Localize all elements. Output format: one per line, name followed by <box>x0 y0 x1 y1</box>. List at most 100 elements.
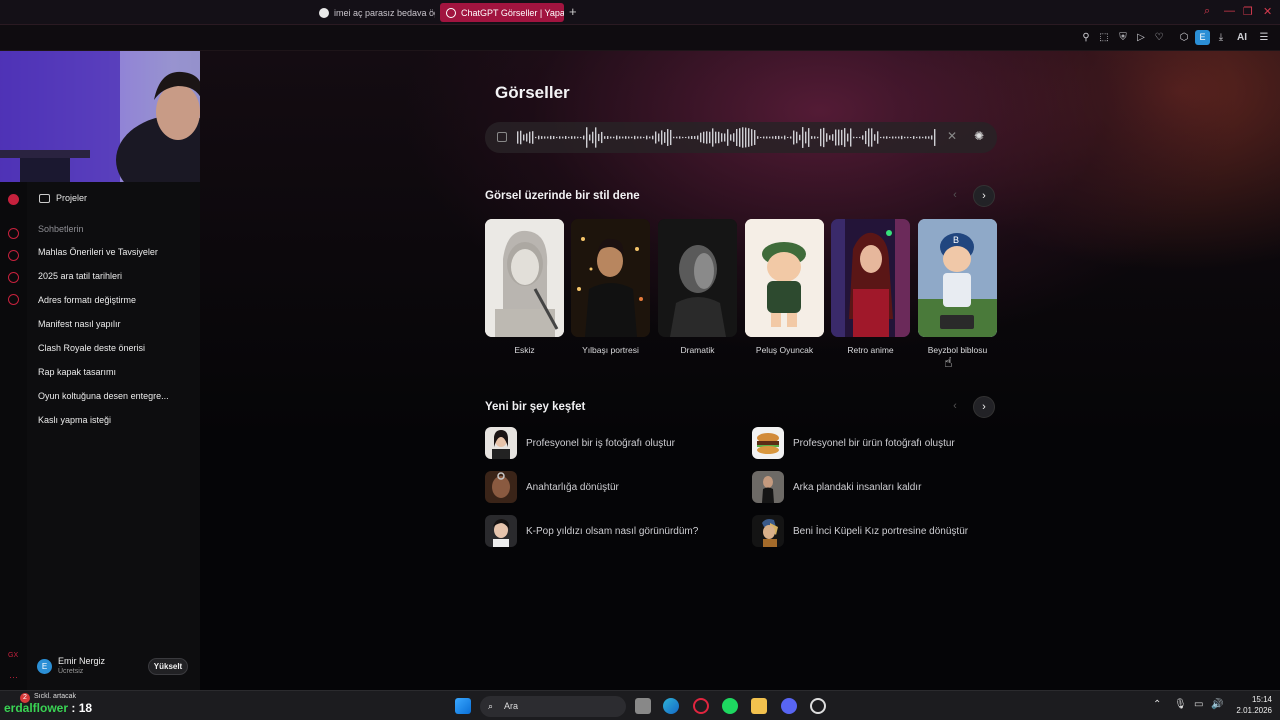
style-card-plush[interactable] <box>745 219 824 337</box>
waveform-bar <box>583 135 585 140</box>
upgrade-button[interactable]: Yükselt <box>148 658 188 675</box>
settings-icon[interactable] <box>8 294 19 305</box>
waveform-bar <box>628 136 630 139</box>
task-view-icon[interactable] <box>635 698 651 714</box>
user-profile[interactable]: E Emir Nergiz Ücretsiz <box>37 656 105 677</box>
chat-item[interactable]: Manifest nasıl yapılır <box>38 319 121 329</box>
waveform-bar <box>556 136 558 139</box>
steam-icon[interactable] <box>810 698 826 714</box>
waveform-bar <box>667 129 669 146</box>
taskbar-search[interactable]: ⌕ Ara <box>480 696 626 717</box>
tray-chevron-icon[interactable]: ⌃ <box>1153 699 1161 710</box>
tab-imei[interactable]: imei aç parasız bedava öğ <box>313 3 435 22</box>
google-icon <box>319 7 329 18</box>
history-icon[interactable] <box>8 250 19 261</box>
waveform-bar <box>892 136 894 139</box>
messenger-icon[interactable] <box>8 272 19 283</box>
cancel-voice-icon[interactable]: ✕ <box>947 129 957 143</box>
close-window-icon[interactable]: ✕ <box>1263 5 1272 18</box>
explore-item[interactable]: K-Pop yıldızı olsam nasıl görünürdüm? <box>485 515 698 547</box>
heart-icon[interactable]: ♡ <box>1153 32 1165 44</box>
waveform-bar <box>637 136 639 139</box>
discord-icon[interactable] <box>781 698 797 714</box>
file-explorer-icon[interactable] <box>751 698 767 714</box>
waveform-bar <box>742 127 744 148</box>
chat-item[interactable]: Kaslı yapma isteği <box>38 415 111 425</box>
image-upload-icon[interactable] <box>497 132 507 142</box>
aria-icon[interactable] <box>8 228 19 239</box>
more-icon[interactable]: ··· <box>9 672 18 682</box>
style-label: Retro anime <box>847 345 894 355</box>
style-label: Beyzbol biblosu <box>927 345 988 355</box>
tab-chatgpt[interactable]: ChatGPT Görseller | Yapay <box>440 3 564 22</box>
waveform-bar <box>658 133 660 142</box>
shield-icon[interactable]: ⛨ <box>1117 32 1129 44</box>
styles-prev-button[interactable]: ‹ <box>944 185 966 207</box>
snapshot-icon[interactable]: ⬚ <box>1098 32 1110 44</box>
play-icon[interactable]: ▷ <box>1135 32 1147 44</box>
waveform-bar <box>898 136 900 139</box>
svg-text:B: B <box>953 235 959 245</box>
extensions-icon[interactable]: ⬡ <box>1178 32 1190 44</box>
opera-logo-icon[interactable] <box>8 194 19 205</box>
waveform-bar <box>853 136 855 139</box>
edge-icon[interactable] <box>663 698 679 714</box>
style-card-baseball[interactable]: B <box>918 219 997 337</box>
search-tabs-icon[interactable]: ⌕ <box>1204 5 1210 18</box>
waveform-bar <box>841 129 843 146</box>
new-tab-button[interactable]: + <box>569 4 577 19</box>
styles-next-button[interactable]: › <box>973 185 995 207</box>
chat-item[interactable]: Rap kapak tasarımı <box>38 367 116 377</box>
explore-next-button[interactable]: › <box>973 396 995 418</box>
user-name: Emir Nergiz <box>58 656 106 666</box>
download-icon[interactable]: ⤓ <box>1215 32 1227 44</box>
notification-text: Sıckl. artacak <box>34 693 77 700</box>
maximize-icon[interactable]: ❐ <box>1243 5 1253 18</box>
style-card-dramatic[interactable] <box>658 219 737 337</box>
waveform-bar <box>805 131 807 144</box>
style-card-christmas[interactable] <box>571 219 650 337</box>
waveform-bar <box>544 136 546 139</box>
waveform-bar <box>895 136 897 139</box>
chat-item[interactable]: Adres formatı değiştirme <box>38 295 136 305</box>
explore-item[interactable]: Beni İnci Küpeli Kız portresine dönüştür <box>752 515 968 547</box>
explore-item[interactable]: Profesyonel bir iş fotoğrafı oluştur <box>485 427 675 459</box>
waveform-bar <box>781 136 783 139</box>
prompt-input[interactable]: ✕ ✺ <box>485 122 997 153</box>
chat-item[interactable]: 2025 ara tatil tarihleri <box>38 271 122 281</box>
opera-gx-taskbar-icon[interactable] <box>693 698 709 714</box>
minimize-icon[interactable]: — <box>1224 5 1235 17</box>
aria-ai-button[interactable]: AI <box>1232 32 1252 44</box>
waveform-bar <box>913 136 915 139</box>
chat-item[interactable]: Mahlas Önerileri ve Tavsiyeler <box>38 247 158 257</box>
system-clock[interactable]: 15:14 2.01.2026 <box>1232 694 1272 716</box>
chat-item[interactable]: Oyun koltuğuna desen entegre... <box>38 391 169 401</box>
style-card-retro-anime[interactable] <box>831 219 910 337</box>
microphone-icon[interactable]: 🎙 <box>1174 699 1187 710</box>
waveform-bar <box>730 134 732 141</box>
waveform-bar <box>607 135 609 140</box>
waveform-bar <box>676 136 678 139</box>
waveform-bar <box>712 128 714 147</box>
explore-prev-button[interactable]: ‹ <box>944 396 966 418</box>
projects-link[interactable]: Projeler <box>39 193 87 203</box>
pin-icon[interactable]: ⚲ <box>1080 32 1092 44</box>
spotify-icon[interactable] <box>722 698 738 714</box>
chat-item[interactable]: Clash Royale deste önerisi <box>38 343 145 353</box>
waveform-bar <box>679 136 681 139</box>
waveform-bar <box>574 136 576 139</box>
style-card-sketch[interactable] <box>485 219 564 337</box>
menu-icon[interactable]: ☰ <box>1258 32 1270 44</box>
waveform-bar <box>733 133 735 142</box>
waveform-bar <box>790 136 792 139</box>
explore-item[interactable]: Arka plandaki insanları kaldır <box>752 471 921 503</box>
waveform-bar <box>922 136 924 139</box>
explore-item[interactable]: Anahtarlığa dönüştür <box>485 471 619 503</box>
explore-item[interactable]: Profesyonel bir ürün fotoğrafı oluştur <box>752 427 955 459</box>
windows-start-icon[interactable] <box>455 698 471 714</box>
profile-badge[interactable]: E <box>1195 30 1210 45</box>
style-label: Yılbaşı portresi <box>582 345 639 355</box>
volume-icon[interactable]: 🔊 <box>1211 699 1223 710</box>
gx-icon[interactable]: GX <box>8 652 18 659</box>
display-icon[interactable]: ▭ <box>1194 699 1203 710</box>
